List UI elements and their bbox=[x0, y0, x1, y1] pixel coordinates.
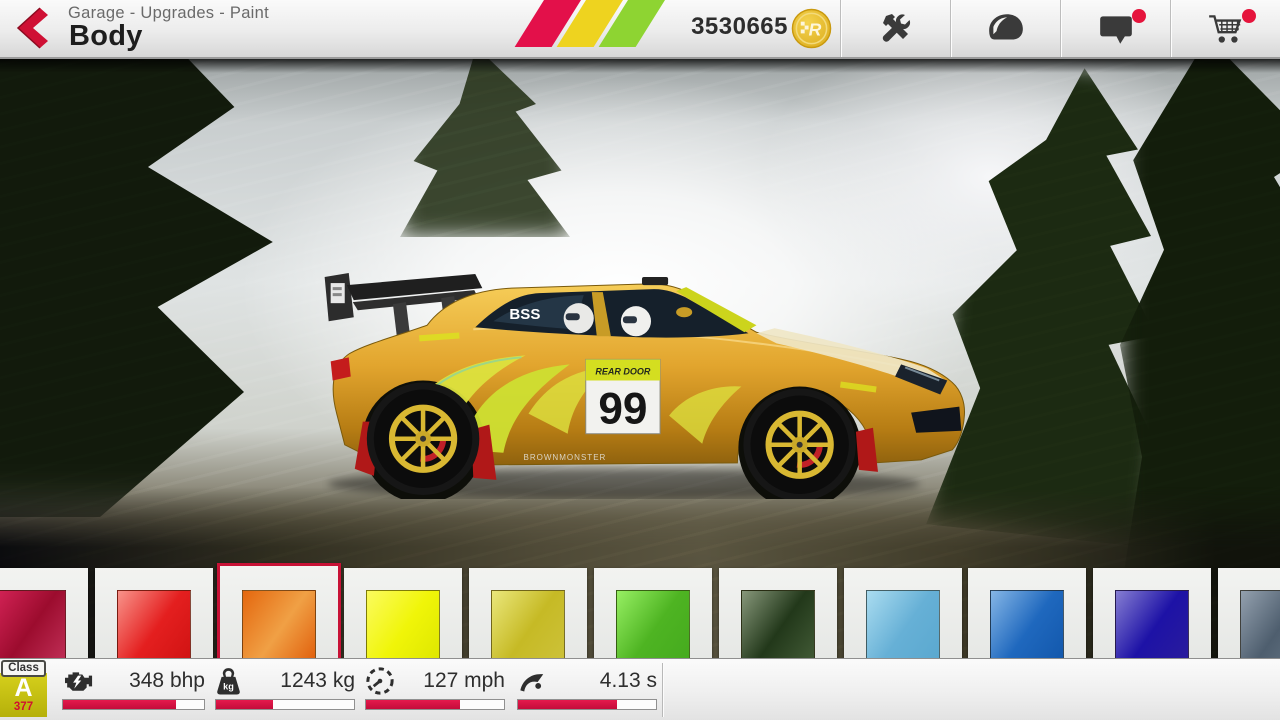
stat-value: 127 mph bbox=[423, 669, 505, 693]
helmet-icon bbox=[986, 12, 1026, 46]
stat-progress-fill bbox=[63, 700, 176, 709]
swatch-color-yellow bbox=[366, 590, 440, 666]
tail-light bbox=[331, 357, 351, 380]
decorative-stripes bbox=[540, 0, 700, 48]
class-letter: A bbox=[0, 675, 47, 701]
shopping-cart-icon bbox=[1206, 11, 1246, 47]
class-badge: A 377 bbox=[0, 673, 47, 717]
stat-progress-bar bbox=[365, 699, 505, 710]
stat-top-speed: 127 mph bbox=[365, 665, 505, 710]
stat-progress-bar bbox=[215, 699, 355, 710]
rocker-text: BROWNMONSTER bbox=[523, 453, 606, 462]
svg-text:kg: kg bbox=[223, 682, 234, 692]
stat-progress-fill bbox=[216, 700, 273, 709]
top-bar: Garage - Upgrades - Paint Body 3530665 R bbox=[0, 0, 1280, 59]
engine-icon bbox=[62, 668, 94, 694]
stats-bar: Class A 377 348 bhp kg bbox=[0, 658, 1280, 720]
swatch-color-gold-olive bbox=[491, 590, 565, 666]
door-mirror bbox=[676, 307, 692, 317]
currency-amount: 3530665 bbox=[691, 13, 788, 41]
svg-text:R: R bbox=[809, 19, 822, 39]
tools-button[interactable] bbox=[840, 0, 950, 57]
swatch-color-red bbox=[117, 590, 191, 666]
notification-dot bbox=[1242, 9, 1256, 23]
stat-value: 1243 kg bbox=[280, 669, 355, 693]
swatch-color-green bbox=[616, 590, 690, 666]
front-wheel bbox=[743, 389, 855, 499]
svg-text:99: 99 bbox=[598, 385, 647, 434]
class-label: Class bbox=[1, 660, 46, 677]
scene-top-shadow bbox=[0, 57, 1280, 73]
swatch-color-dark-green bbox=[741, 590, 815, 666]
stat-progress-fill bbox=[518, 700, 617, 709]
toolbar bbox=[840, 0, 1280, 57]
game-root: REAR DOOR 99 BSS V BROWNMONSTER bbox=[0, 0, 1280, 720]
speedometer-icon bbox=[365, 666, 395, 696]
weight-icon: kg bbox=[215, 667, 242, 695]
swatch-color-orange bbox=[242, 590, 316, 666]
swatch-color-crimson bbox=[0, 590, 66, 666]
currency-coin-icon: R bbox=[791, 8, 832, 49]
acceleration-icon bbox=[517, 669, 546, 694]
rear-wheel bbox=[367, 383, 479, 495]
roof-vent bbox=[642, 277, 668, 285]
wrench-hammer-icon bbox=[877, 11, 915, 47]
codriver-helmet bbox=[564, 303, 594, 333]
stat-progress-bar bbox=[62, 699, 205, 710]
stat-value: 4.13 s bbox=[600, 669, 657, 693]
stat-power: 348 bhp bbox=[62, 665, 205, 710]
cart-button[interactable] bbox=[1170, 0, 1280, 57]
class-rating: 377 bbox=[0, 701, 47, 713]
stat-progress-fill bbox=[366, 700, 460, 709]
swatch-color-sky-blue bbox=[866, 590, 940, 666]
rally-car: REAR DOOR 99 BSS V BROWNMONSTER bbox=[322, 263, 966, 499]
stat-progress-bar bbox=[517, 699, 657, 710]
window-text: BSS bbox=[509, 306, 540, 323]
stats-divider bbox=[662, 663, 663, 717]
driver-helmet bbox=[621, 306, 651, 336]
stat-weight: kg 1243 kg bbox=[215, 665, 355, 710]
door-number-plate: REAR DOOR 99 bbox=[586, 359, 660, 433]
notification-dot bbox=[1132, 9, 1146, 23]
svg-text:REAR DOOR: REAR DOOR bbox=[595, 366, 651, 376]
helmet-button[interactable] bbox=[950, 0, 1060, 57]
stat-acceleration: 4.13 s bbox=[517, 665, 657, 710]
swatch-color-slate bbox=[1240, 590, 1280, 666]
chat-bubble-icon bbox=[1097, 12, 1135, 46]
stat-value: 348 bhp bbox=[129, 669, 205, 693]
back-button[interactable] bbox=[10, 6, 54, 50]
chat-button[interactable] bbox=[1060, 0, 1170, 57]
page-title: Body bbox=[69, 20, 143, 53]
swatch-color-blue bbox=[990, 590, 1064, 666]
swatch-color-navy bbox=[1115, 590, 1189, 666]
